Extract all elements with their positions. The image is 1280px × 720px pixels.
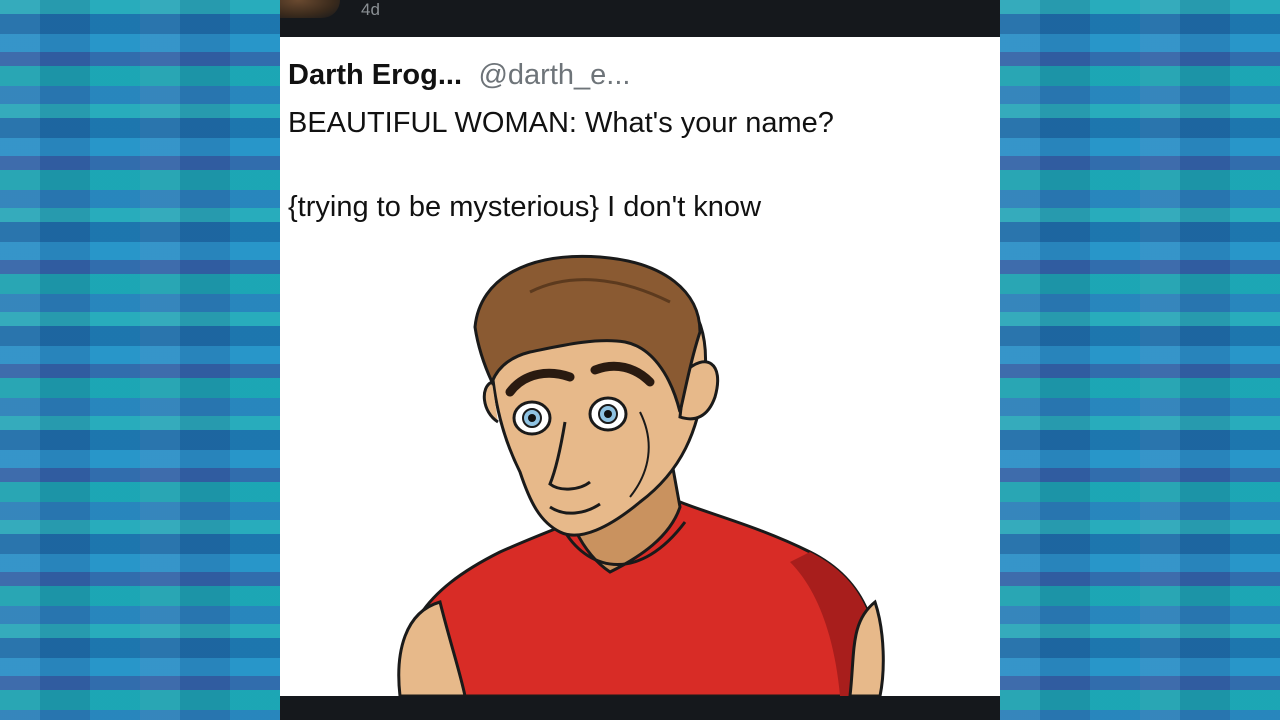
- bottom-bar: [280, 696, 1000, 720]
- tweet-text-line-2: {trying to be mysterious} I don't know: [288, 191, 762, 223]
- cartoon-man-illustration: [397, 254, 885, 696]
- display-name[interactable]: Darth Erog...: [288, 59, 462, 91]
- background-left: [0, 0, 280, 720]
- avatar[interactable]: [280, 0, 340, 18]
- tweet-header: Darth Erog... @darth_e...: [288, 59, 630, 92]
- tweet-text-line-1: BEAUTIFUL WOMAN: What's your name?: [288, 107, 834, 139]
- tweet-card: Darth Erog... @darth_e... BEAUTIFUL WOMA…: [280, 37, 1000, 696]
- top-bar: 4d: [280, 0, 1000, 37]
- background-right: [1000, 0, 1280, 720]
- user-handle[interactable]: @darth_e...: [478, 59, 630, 91]
- timestamp: 4d: [361, 0, 380, 19]
